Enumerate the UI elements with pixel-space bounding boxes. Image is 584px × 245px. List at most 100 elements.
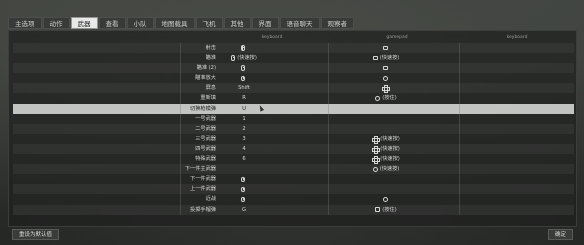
action-label: 下一件主武器 <box>184 166 216 173</box>
column-divider <box>459 63 460 74</box>
column-divider <box>459 53 460 64</box>
column-divider <box>180 83 181 94</box>
gamepad-binding-text: (快速按) <box>379 55 400 62</box>
tab-weapons[interactable]: 武器 <box>70 17 98 29</box>
keybind-row[interactable]: 投掷手榴弹 G (按住) <box>13 204 574 215</box>
column-divider <box>459 174 460 185</box>
column-divider <box>459 204 460 215</box>
tab-squad[interactable]: 小队 <box>126 17 154 29</box>
column-divider <box>328 123 329 134</box>
column-divider <box>180 174 181 185</box>
column-keyboard-alt: keyboard <box>506 35 528 40</box>
action-label: 三号武器 <box>195 135 216 142</box>
column-divider <box>459 154 460 165</box>
column-divider <box>180 133 181 144</box>
keybind-row[interactable]: 三号武器 3 (快速按) <box>13 133 574 144</box>
keybind-row[interactable]: 近战 <box>13 194 574 205</box>
column-divider <box>328 103 329 114</box>
keybind-row[interactable]: 屏息 Shift <box>13 83 574 94</box>
column-divider <box>180 103 181 114</box>
column-divider <box>180 93 181 104</box>
keyboard-binding-text: 4 <box>242 145 246 152</box>
tab-map-vehicles[interactable]: 地图载具 <box>154 17 195 29</box>
column-divider <box>459 194 460 205</box>
ok-button[interactable]: 确定 <box>548 229 574 240</box>
tab-interface[interactable]: 界面 <box>251 17 279 29</box>
keybind-row[interactable]: 下一件主武器 (快速按) <box>13 164 574 175</box>
column-divider <box>459 184 460 195</box>
keybind-row[interactable]: 射击 <box>13 43 574 54</box>
gamepad-binding-text: (快速按) <box>380 135 400 142</box>
column-divider <box>180 113 181 124</box>
column-divider <box>180 194 181 205</box>
tab-voice-chat[interactable]: 语音聊天 <box>279 17 320 29</box>
column-divider <box>328 194 329 205</box>
keybind-row[interactable]: 切换枪模弹 U <box>13 103 574 114</box>
column-gamepad: gamepad <box>386 35 408 40</box>
keybind-row[interactable]: 二号武器 2 <box>13 123 574 134</box>
column-divider <box>328 164 329 175</box>
keybind-row[interactable]: 瞄准 (2) <box>13 63 574 74</box>
mouse-cursor-icon <box>257 103 265 112</box>
tab-view[interactable]: 查看 <box>98 17 126 29</box>
keybind-row[interactable]: 四号武器 4 (快速按) <box>13 143 574 155</box>
keybind-row[interactable]: 上一件武器 <box>13 184 574 195</box>
tab-main-options[interactable]: 主选项 <box>8 17 42 29</box>
keyboard-binding-text: 3 <box>242 135 246 142</box>
keybind-row[interactable]: 下一件武器 <box>13 174 574 185</box>
column-divider <box>180 43 181 54</box>
gamepad-binding-text: (快速按) <box>380 156 400 163</box>
column-divider <box>180 73 181 84</box>
keybind-row[interactable]: 特殊武器 6 (快速按) <box>13 154 574 165</box>
keyboard-binding-text: Shift <box>238 85 250 92</box>
action-label: 下一件武器 <box>190 176 216 183</box>
action-label: 投掷手榴弹 <box>190 206 216 213</box>
action-label: 四号武器 <box>195 145 216 152</box>
gamepad-dpad-icon <box>372 135 381 144</box>
action-label: 瞄准 (2) <box>196 65 216 72</box>
column-divider <box>328 63 329 74</box>
action-label: 上一件武器 <box>190 186 216 193</box>
mouse-wheel-icon <box>240 176 246 183</box>
gamepad-dpad-icon <box>382 85 390 94</box>
column-divider <box>180 63 181 74</box>
column-divider <box>459 43 460 54</box>
column-divider <box>459 143 460 155</box>
column-divider <box>459 93 460 104</box>
column-divider <box>459 83 460 94</box>
column-divider <box>328 154 329 165</box>
column-divider <box>328 73 329 84</box>
keybind-row[interactable]: 瞄准 (快速按) (快速按) <box>13 53 574 64</box>
column-divider <box>328 93 329 104</box>
action-label: 屏息 <box>205 85 216 92</box>
column-divider <box>328 204 329 215</box>
action-label: 切换枪模弹 <box>190 105 216 112</box>
tab-spectator[interactable]: 观察者 <box>320 17 354 29</box>
gamepad-trigger-icon <box>382 45 388 51</box>
column-divider <box>328 174 329 185</box>
keyboard-binding-text: (快速按) <box>237 55 257 62</box>
column-divider <box>180 184 181 195</box>
tab-aircraft[interactable]: 飞机 <box>195 17 223 29</box>
tab-other[interactable]: 其他 <box>223 17 251 29</box>
action-label: 近战 <box>205 196 216 203</box>
column-divider <box>328 53 329 64</box>
keybind-row[interactable]: 瞄准放大 <box>13 73 574 84</box>
keyboard-binding-text: G <box>241 206 247 213</box>
column-divider <box>328 184 329 195</box>
keyboard-binding-text: U <box>242 105 246 112</box>
column-divider <box>459 113 460 124</box>
action-label: 二号武器 <box>195 125 216 132</box>
gamepad-shoulder-icon <box>375 207 381 212</box>
keybind-row[interactable]: 一号武器 1 <box>13 113 574 124</box>
reset-defaults-button[interactable]: 重设为默认值 <box>12 229 60 240</box>
column-divider <box>459 133 460 144</box>
keybind-row[interactable]: 重新填 R (按住) <box>13 93 574 104</box>
action-label: 重新填 <box>200 95 216 102</box>
keyboard-binding-text: 6 <box>242 156 246 163</box>
column-divider <box>180 164 181 175</box>
tab-actions[interactable]: 动作 <box>42 17 70 29</box>
column-divider <box>459 123 460 134</box>
mouse-left-icon <box>240 45 246 51</box>
column-keyboard: keyboard <box>261 35 283 40</box>
